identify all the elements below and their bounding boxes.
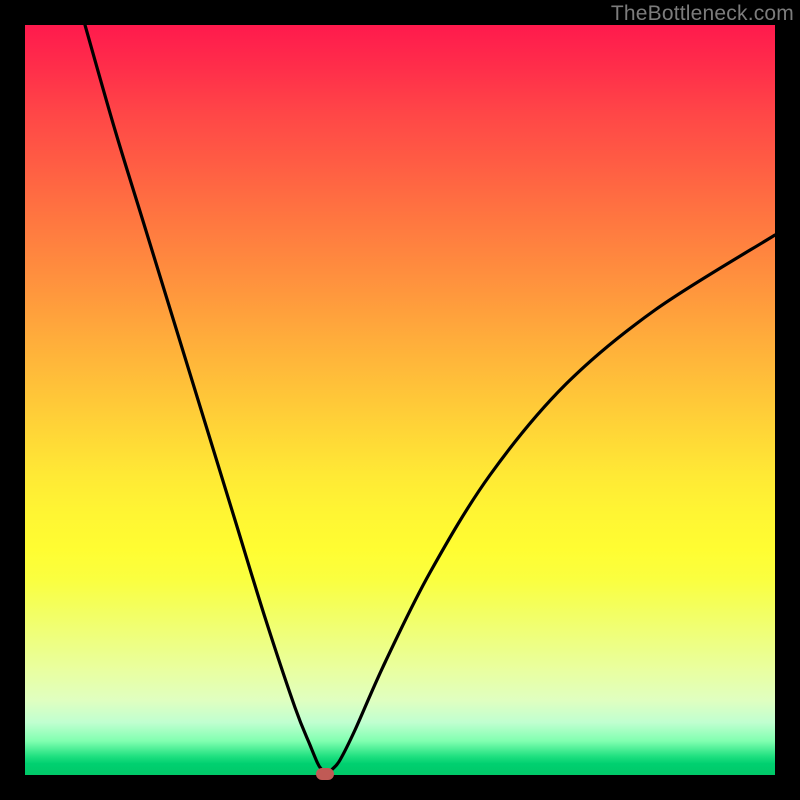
watermark-text: TheBottleneck.com xyxy=(611,2,794,26)
chart-frame: TheBottleneck.com xyxy=(0,0,800,800)
plot-area xyxy=(25,25,775,775)
optimal-point-marker xyxy=(316,768,334,780)
bottleneck-curve xyxy=(25,25,775,775)
